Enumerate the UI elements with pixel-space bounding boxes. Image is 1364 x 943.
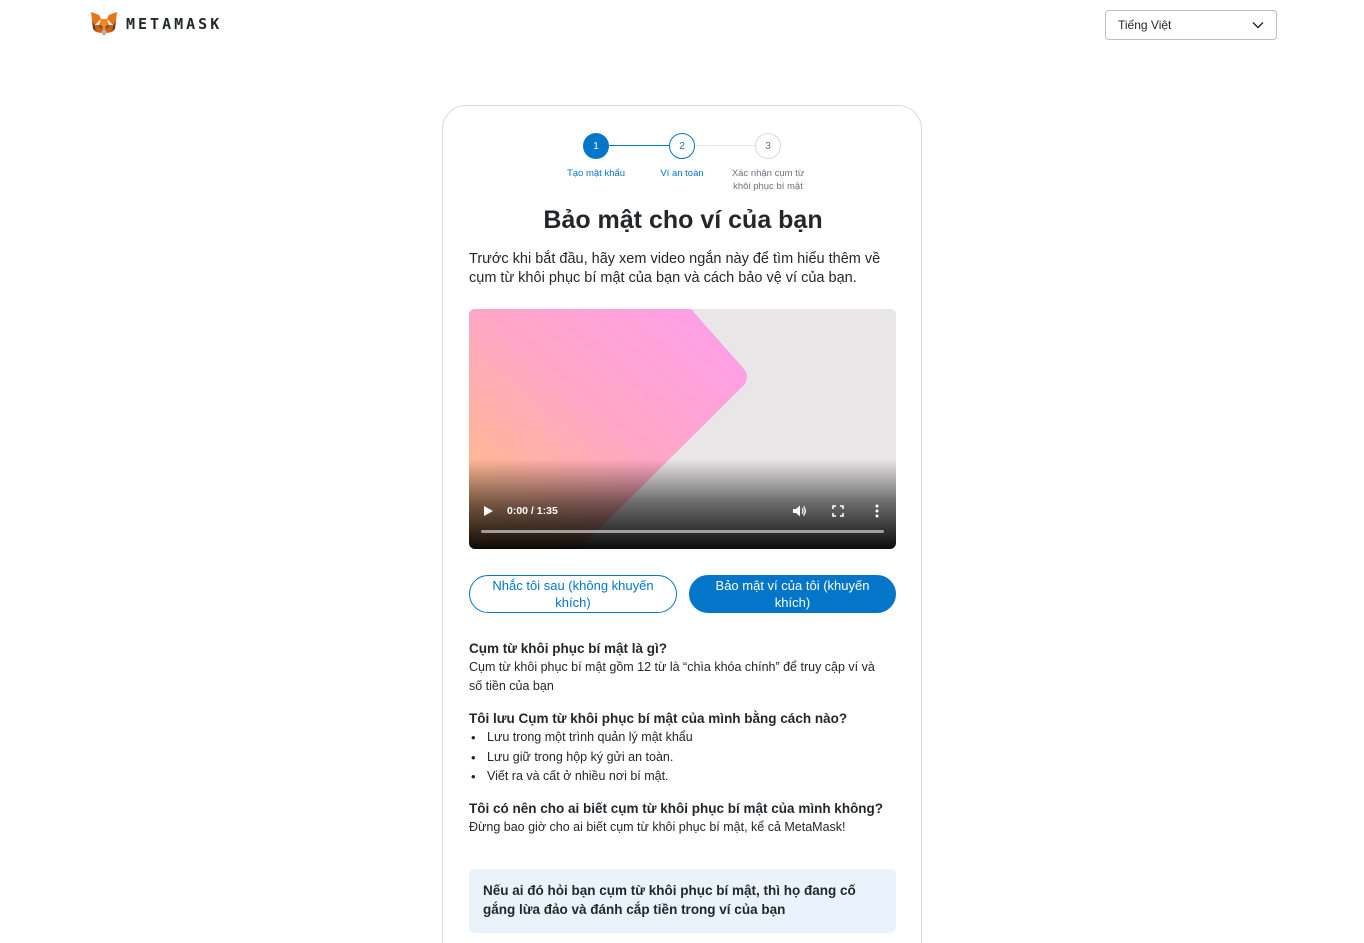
faq-question: Tôi có nên cho ai biết cụm từ khôi phục … xyxy=(469,801,884,816)
step-3-label: Xác nhận cụm từ khôi phục bí mật xyxy=(731,168,805,192)
step-1-label: Tạo mật khẩu xyxy=(566,168,626,179)
more-options-icon[interactable] xyxy=(871,503,883,519)
faq-list: Lưu trong một trình quản lý mật khẩu Lưu… xyxy=(469,728,889,787)
step-2-circle: 2 xyxy=(669,133,695,159)
list-item: Lưu trong một trình quản lý mật khẩu xyxy=(469,728,889,748)
intro-text: Trước khi bắt đầu, hãy xem video ngắn nà… xyxy=(469,251,881,286)
language-selected: Tiếng Việt xyxy=(1118,18,1172,32)
play-icon[interactable] xyxy=(481,504,495,518)
language-select[interactable]: Tiếng Việt xyxy=(1105,10,1277,40)
video-progress-bar[interactable] xyxy=(481,530,884,533)
list-item: Lưu giữ trong hộp ký gửi an toàn. xyxy=(469,748,889,768)
header: METAMASK Tiếng Việt xyxy=(0,0,1364,50)
faq-how-to-save: Tôi lưu Cụm từ khôi phục bí mật của mình… xyxy=(469,709,889,787)
scam-warning-banner: Nếu ai đó hỏi bạn cụm từ khôi phục bí mậ… xyxy=(469,869,896,933)
video-player[interactable]: 0:00 / 1:35 xyxy=(469,309,896,549)
step-1-circle: 1 xyxy=(583,133,609,159)
fox-icon xyxy=(91,12,117,36)
list-item: Viết ra và cất ở nhiều nơi bí mật. xyxy=(469,767,889,787)
stepper: 1 2 3 Tạo mật khẩu Ví an toàn Xác nhận c… xyxy=(443,106,923,206)
step-2-label: Ví an toàn xyxy=(660,168,704,179)
faq-question: Tôi lưu Cụm từ khôi phục bí mật của mình… xyxy=(469,711,848,726)
secure-wallet-button[interactable]: Bảo mật ví của tôi (khuyến khích) xyxy=(689,575,896,613)
brand-name: METAMASK xyxy=(126,15,223,33)
volume-icon[interactable] xyxy=(791,503,807,519)
metamask-logo[interactable]: METAMASK xyxy=(90,11,222,37)
step-3-circle: 3 xyxy=(755,133,781,159)
chevron-down-icon xyxy=(1252,22,1264,29)
remind-later-button[interactable]: Nhắc tôi sau (không khuyến khích) xyxy=(469,575,677,613)
onboarding-card: 1 2 3 Tạo mật khẩu Ví an toàn Xác nhận c… xyxy=(442,105,922,943)
faq-answer: Cụm từ khôi phục bí mật gồm 12 từ là “ch… xyxy=(469,660,875,693)
faq-should-share: Tôi có nên cho ai biết cụm từ khôi phục … xyxy=(469,799,889,837)
faq-what-is-srp: Cụm từ khôi phục bí mật là gì? Cụm từ kh… xyxy=(469,639,889,696)
video-time: 0:00 / 1:35 xyxy=(507,505,558,517)
fullscreen-icon[interactable] xyxy=(831,504,845,518)
step-connector-2 xyxy=(696,145,756,146)
page-title: Bảo mật cho ví của bạn xyxy=(543,206,823,234)
faq-answer: Đừng bao giờ cho ai biết cụm từ khôi phụ… xyxy=(469,820,846,834)
faq-question: Cụm từ khôi phục bí mật là gì? xyxy=(469,641,668,656)
